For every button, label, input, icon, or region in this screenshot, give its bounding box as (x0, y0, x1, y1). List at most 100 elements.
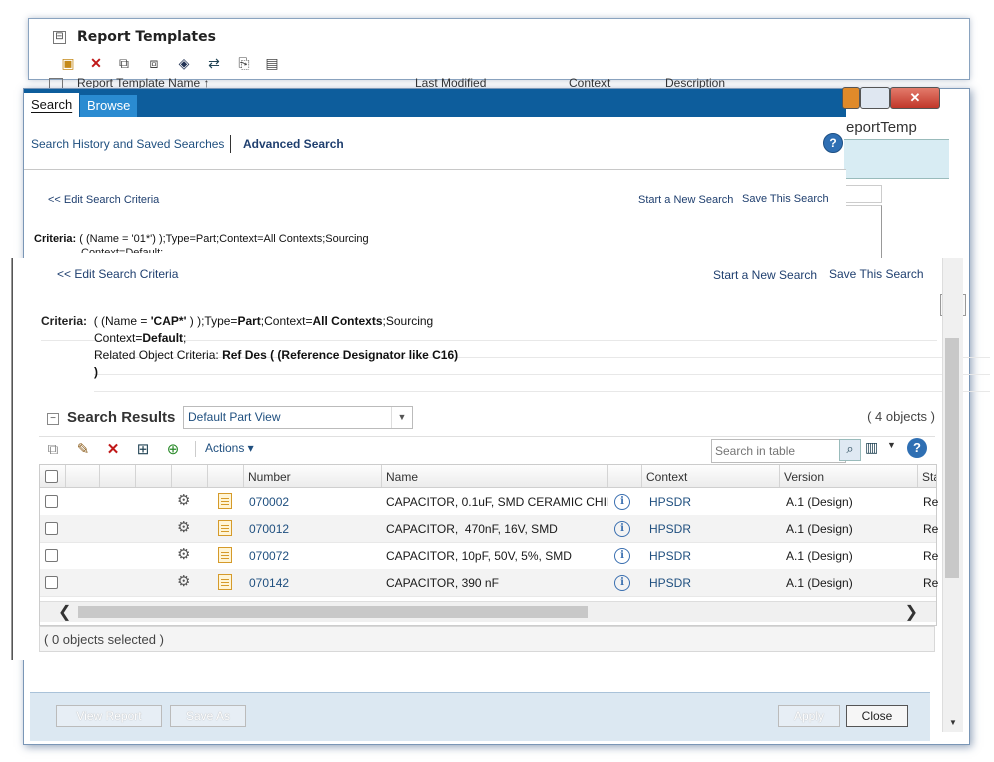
context-link[interactable]: HPSDR (649, 488, 691, 515)
select-all-checkbox[interactable] (45, 470, 58, 483)
refresh-icon[interactable]: ⇄ (205, 55, 223, 71)
column-header-number[interactable]: Number (244, 465, 382, 487)
row-checkbox[interactable] (45, 522, 58, 535)
vertical-scrollbar[interactable]: ▼ (942, 258, 963, 732)
select-all-cell[interactable] (40, 465, 66, 487)
context-link[interactable]: HPSDR (649, 542, 691, 569)
tab-search[interactable]: Search (24, 93, 80, 117)
table-row[interactable]: ⚙ 070002 CAPACITOR, 0.1uF, SMD CERAMIC C… (40, 488, 939, 516)
scrollbar-thumb[interactable] (945, 338, 959, 578)
part-number-link[interactable]: 070012 (249, 515, 289, 542)
column-header-version[interactable]: Version (780, 465, 918, 487)
info-icon[interactable]: i (614, 575, 630, 591)
edit-criteria-link[interactable]: << Edit Search Criteria (57, 267, 178, 281)
part-number-link[interactable]: 070142 (249, 569, 289, 596)
export-icon[interactable]: ⎘ (235, 55, 253, 71)
table-row[interactable]: ⚙ 070072 CAPACITOR, 10pF, 50V, 5%, SMD i… (40, 542, 939, 570)
close-window-button[interactable]: ✕ (890, 87, 940, 109)
maximize-button[interactable] (860, 87, 890, 109)
document-icon[interactable] (218, 547, 232, 563)
scrollbar-thumb[interactable] (78, 606, 588, 618)
nav-divider (230, 135, 231, 153)
copy-icon[interactable]: ⧉ (43, 440, 63, 460)
part-number-link[interactable]: 070072 (249, 542, 289, 569)
apply-button[interactable]: Apply (778, 705, 840, 727)
edit-icon[interactable]: ✎ (73, 440, 93, 460)
column-header[interactable] (136, 465, 172, 487)
info-icon[interactable]: i (614, 494, 630, 510)
chevron-down-icon[interactable]: ▼ (887, 440, 896, 450)
related-object-criteria: Ref Des ( (Reference Designator like C16… (222, 348, 459, 362)
start-new-search-link[interactable]: Start a New Search (638, 194, 733, 206)
criteria-type-value: Part (237, 314, 261, 328)
add-to-icon[interactable]: ⊕ (163, 440, 183, 460)
structure-icon[interactable]: ⊞ (133, 440, 153, 460)
info-icon[interactable]: i (614, 548, 630, 564)
criteria-text: ;Context= (260, 314, 313, 328)
close-button[interactable]: Close (846, 705, 908, 727)
import-icon[interactable]: ◈ (175, 55, 193, 71)
view-select[interactable]: Default Part View ▼ (183, 406, 413, 429)
part-name: CAPACITOR, 390 nF (386, 576, 499, 590)
search-history-link[interactable]: Search History and Saved Searches (31, 137, 224, 151)
criteria-text: ) );Type= (186, 314, 238, 328)
row-checkbox[interactable] (45, 495, 58, 508)
column-picker-icon[interactable]: ▥ (865, 439, 879, 459)
info-icon[interactable]: i (614, 521, 630, 537)
delete-icon[interactable]: ✕ (103, 440, 123, 460)
column-header[interactable] (172, 465, 208, 487)
column-header[interactable] (66, 465, 100, 487)
row-checkbox[interactable] (45, 576, 58, 589)
horizontal-scrollbar[interactable]: ❮ ❯ (40, 601, 936, 622)
gear-icon[interactable]: ⚙ (177, 493, 193, 509)
help-icon[interactable]: ? (823, 133, 843, 153)
paste-icon[interactable]: ⧈ (145, 55, 163, 71)
column-header-state[interactable]: Sta (918, 465, 936, 487)
document-icon[interactable] (218, 574, 232, 590)
gear-icon[interactable]: ⚙ (177, 520, 193, 536)
report-templates-title: Report Templates (77, 29, 216, 45)
document-icon[interactable] (218, 493, 232, 509)
delete-icon[interactable]: ✕ (87, 55, 105, 71)
help-icon[interactable]: ? (907, 438, 927, 458)
context-link[interactable]: HPSDR (649, 569, 691, 596)
table-row[interactable]: ⚙ 070012 CAPACITOR, 470nF, 16V, SMD i HP… (40, 515, 938, 543)
gear-icon[interactable]: ⚙ (177, 574, 193, 590)
edit-criteria-link[interactable]: << Edit Search Criteria (48, 194, 159, 206)
advanced-search-link[interactable]: Advanced Search (243, 137, 344, 151)
column-header[interactable] (100, 465, 136, 487)
chevron-right-icon[interactable]: ❯ (905, 602, 918, 622)
chevron-down-icon[interactable]: ▼ (391, 407, 412, 428)
collapse-icon[interactable]: ⊟ (53, 31, 66, 44)
minimize-button[interactable] (842, 87, 860, 109)
tab-browse[interactable]: Browse (80, 95, 138, 117)
view-report-button[interactable]: View Report (56, 705, 162, 727)
save-as-button[interactable]: Save As (170, 705, 246, 727)
gear-icon[interactable]: ⚙ (177, 547, 193, 563)
column-header-context[interactable]: Context (642, 465, 780, 487)
report-panel-input[interactable] (844, 185, 882, 203)
copy-icon[interactable]: ⧉ (115, 55, 133, 71)
actions-menu[interactable]: Actions ▾ (205, 441, 254, 455)
context-link[interactable]: HPSDR (649, 515, 691, 542)
collapse-icon[interactable]: − (47, 413, 59, 425)
state: Re (923, 495, 939, 509)
layout-icon[interactable]: ▤ (263, 55, 281, 71)
search-icon[interactable]: ⌕ (839, 439, 861, 461)
part-number-link[interactable]: 070002 (249, 488, 289, 515)
table-row[interactable]: ⚙ 070142 CAPACITOR, 390 nF i HPSDR A.1 (… (40, 569, 938, 597)
chevron-down-icon[interactable]: ▼ (949, 718, 957, 727)
new-template-icon[interactable]: ▣ (59, 55, 77, 71)
row-checkbox[interactable] (45, 549, 58, 562)
table-search-input[interactable] (711, 439, 846, 463)
save-search-link[interactable]: Save This Search (829, 267, 924, 281)
state: Re (923, 549, 939, 563)
report-templates-header: ⊟ Report Templates (29, 29, 969, 53)
chevron-left-icon[interactable]: ❮ (58, 602, 71, 622)
start-new-search-link[interactable]: Start a New Search (713, 268, 817, 282)
column-header[interactable] (608, 465, 642, 487)
column-header[interactable] (208, 465, 244, 487)
save-search-link[interactable]: Save This Search (742, 193, 829, 205)
column-header-name[interactable]: Name (382, 465, 608, 487)
document-icon[interactable] (218, 520, 232, 536)
